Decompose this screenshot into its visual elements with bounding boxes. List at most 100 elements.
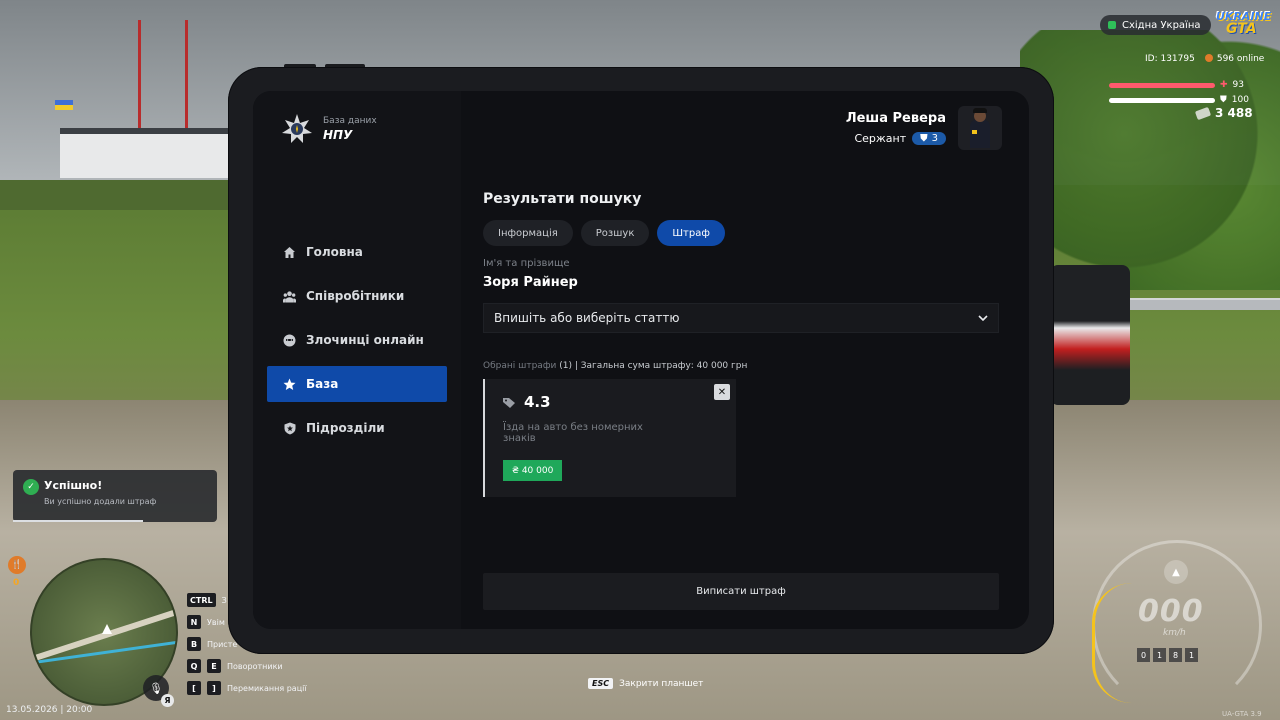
user-name: Леша Ревера	[845, 111, 946, 126]
fine-amount: ₴ 40 000	[503, 460, 563, 481]
tablet-screen: База даних НПУ Головна Співробітники Зло…	[253, 91, 1029, 629]
server-status-icon	[1108, 21, 1116, 29]
brand-title: НПУ	[323, 128, 353, 142]
online-icon	[1204, 54, 1213, 62]
logo-line2: GTA	[1226, 21, 1257, 37]
brand-text: База даних НПУ	[323, 116, 377, 142]
crashed-car	[1050, 265, 1130, 405]
sidebar-item-employees[interactable]: Співробітники	[267, 278, 447, 314]
money-display: 3 488	[1194, 106, 1253, 120]
sidebar-item-units[interactable]: Підрозділи	[267, 410, 447, 446]
tab-information[interactable]: Інформація	[483, 220, 573, 246]
sidebar-item-home[interactable]: Головна	[267, 234, 447, 270]
main-content: Результати пошуку Інформація Розшук Штра…	[483, 191, 1003, 497]
trees	[1020, 30, 1280, 290]
hunger-value: 0	[13, 578, 20, 588]
article-select[interactable]: Впишіть або виберіть статтю	[483, 303, 999, 333]
home-icon	[283, 246, 296, 259]
user-rank-row: Сержант ⛊ 3	[846, 132, 946, 145]
key-label: Поворотники	[227, 661, 283, 671]
key-label: Увім	[207, 617, 225, 627]
armor-value: 100	[1231, 95, 1249, 105]
close-icon[interactable]: ✕	[714, 384, 730, 400]
key-label: З	[221, 595, 227, 605]
brand: База даних НПУ	[281, 113, 377, 145]
fine-description: Їзда на авто без номерних знаків	[503, 422, 643, 444]
key-hint: B Присте	[187, 633, 307, 655]
avatar	[958, 106, 1002, 150]
speed-unit: km/h	[1163, 628, 1186, 638]
shield-icon	[283, 422, 296, 435]
online-count-wrap: 596 online	[1204, 54, 1264, 64]
health-icon: ✚	[1220, 80, 1228, 90]
fine-code: 4.3	[524, 393, 551, 411]
issue-fine-button[interactable]: Виписати штраф	[483, 573, 999, 610]
hunger-icon: 🍴	[8, 556, 26, 574]
key-cap: ]	[207, 681, 221, 695]
player-stats: ID: 131795 596 online	[1145, 54, 1264, 64]
summary-count: (1)	[559, 361, 572, 371]
result-tabs: Інформація Розшук Штраф	[483, 220, 1003, 246]
health-fill	[1109, 82, 1215, 88]
key-cap: B	[187, 637, 201, 651]
check-icon: ✓	[23, 479, 39, 495]
user-profile: Леша Ревера Сержант ⛊ 3	[846, 106, 1002, 150]
fine-card: 4.3 Їзда на авто без номерних знаків ₴ 4…	[483, 379, 736, 497]
avatar-cap	[973, 108, 987, 113]
money-value: 3 488	[1215, 106, 1253, 120]
sidebar-item-label: Співробітники	[306, 289, 405, 303]
cash-icon	[1194, 106, 1212, 120]
health-bar: ✚ 93	[1109, 80, 1244, 90]
person-name: Зоря Райнер	[483, 275, 578, 290]
rank-level: 3	[931, 133, 938, 144]
key-cap: CTRL	[187, 593, 216, 607]
fine-code-row: 4.3	[503, 393, 551, 411]
users-icon	[283, 290, 296, 303]
game-logo: UKRAINE GTA	[1214, 10, 1271, 40]
armor-bar: ⛊ 100	[1109, 95, 1249, 105]
armor-icon: ⛊	[1220, 95, 1227, 105]
summary-prefix: Обрані штрафи	[483, 361, 557, 371]
criminal-icon	[283, 334, 296, 347]
success-notification: ✓ Успішно! Ви успішно додали штраф	[13, 470, 217, 522]
sidebar-item-database[interactable]: База	[267, 366, 447, 402]
chevron-down-icon	[978, 315, 988, 321]
brand-subtitle: База даних	[323, 116, 377, 126]
language-indicator: Я	[161, 694, 174, 707]
tab-wanted[interactable]: Розшук	[580, 220, 650, 246]
server-name: Східна Україна	[1122, 19, 1201, 31]
key-label: Перемикання рації	[227, 683, 307, 693]
user-info: Леша Ревера Сержант ⛊ 3	[846, 111, 946, 145]
sidebar-item-label: Підрозділи	[306, 421, 385, 435]
fuel-arc	[1092, 583, 1132, 703]
odometer-digit: 1	[1185, 648, 1198, 662]
odometer-digit: 0	[1137, 648, 1150, 662]
date-time: 13.05.2026 | 20:00	[6, 705, 93, 715]
rank-shield-icon: ⛊	[920, 133, 928, 144]
esc-key: ESC	[588, 678, 614, 689]
armor-fill	[1109, 97, 1215, 103]
tab-fine[interactable]: Штраф	[657, 220, 725, 246]
treeline	[0, 180, 250, 210]
article-select-placeholder: Впишіть або виберіть статтю	[494, 311, 680, 325]
key-cap: E	[207, 659, 221, 673]
avatar-body	[970, 120, 990, 148]
key-cap: Q	[187, 659, 201, 673]
star-icon	[283, 378, 296, 391]
odometer-digit: 8	[1169, 648, 1182, 662]
user-rank: Сержант	[854, 132, 907, 145]
sidebar-item-criminals[interactable]: Злочинці онлайн	[267, 322, 447, 358]
speed-value: 000	[1138, 594, 1204, 629]
rank-badge: ⛊ 3	[912, 132, 946, 145]
warning-icon: ▲	[1164, 560, 1188, 584]
sidebar-item-label: Головна	[306, 245, 363, 259]
esc-label: Закрити планшет	[619, 678, 704, 689]
summary-total: | Загальна сума штрафу: 40 000 грн	[574, 361, 748, 371]
odometer-digit: 1	[1153, 648, 1166, 662]
close-tablet-hint: ESC Закрити планшет	[588, 678, 703, 689]
player-id: ID: 131795	[1145, 54, 1195, 64]
sidebar-nav: Головна Співробітники Злочинці онлайн Ба…	[267, 234, 447, 454]
key-hint: CTRL З	[187, 589, 307, 611]
key-cap: N	[187, 615, 201, 629]
key-hint: N Увім	[187, 611, 307, 633]
